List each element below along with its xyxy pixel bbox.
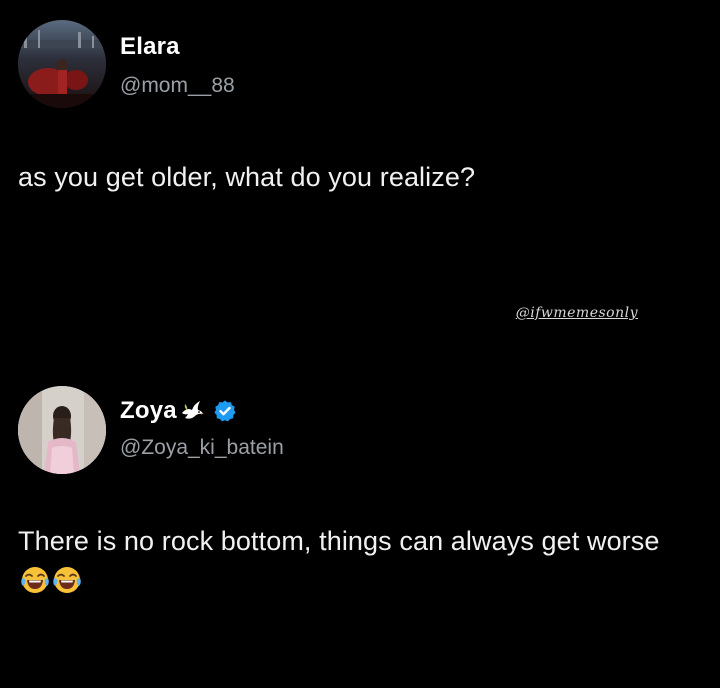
tweet-text: as you get older, what do you realize? [18, 162, 476, 192]
author-name[interactable]: Elara [120, 33, 180, 61]
avatar-zoya[interactable] [18, 386, 106, 474]
tweet-text-content: There is no rock bottom, things can alwa… [18, 526, 660, 556]
author-name[interactable]: Zoya [120, 397, 177, 425]
tweet-text: There is no rock bottom, things can alwa… [18, 521, 698, 601]
author-name-row: Zoya [120, 397, 237, 425]
face-with-tears-of-joy-emoji [20, 565, 50, 595]
watermark: @ifwmemesonly [515, 305, 638, 321]
author-handle[interactable]: @Zoya_ki_batein [120, 436, 284, 460]
verified-badge-icon [214, 400, 236, 422]
tweet-zoya: Zoya @Zoya_ki_batein There is no rock bo… [0, 370, 720, 688]
author-handle[interactable]: @mom__88 [120, 74, 235, 98]
avatar-elara-image [18, 20, 106, 108]
dove-icon [181, 401, 204, 419]
tweet-elara: Elara @mom__88 as you get older, what do… [0, 0, 720, 340]
avatar-zoya-image [18, 386, 106, 474]
face-with-tears-of-joy-emoji [52, 565, 82, 595]
avatar-elara[interactable] [18, 20, 106, 108]
